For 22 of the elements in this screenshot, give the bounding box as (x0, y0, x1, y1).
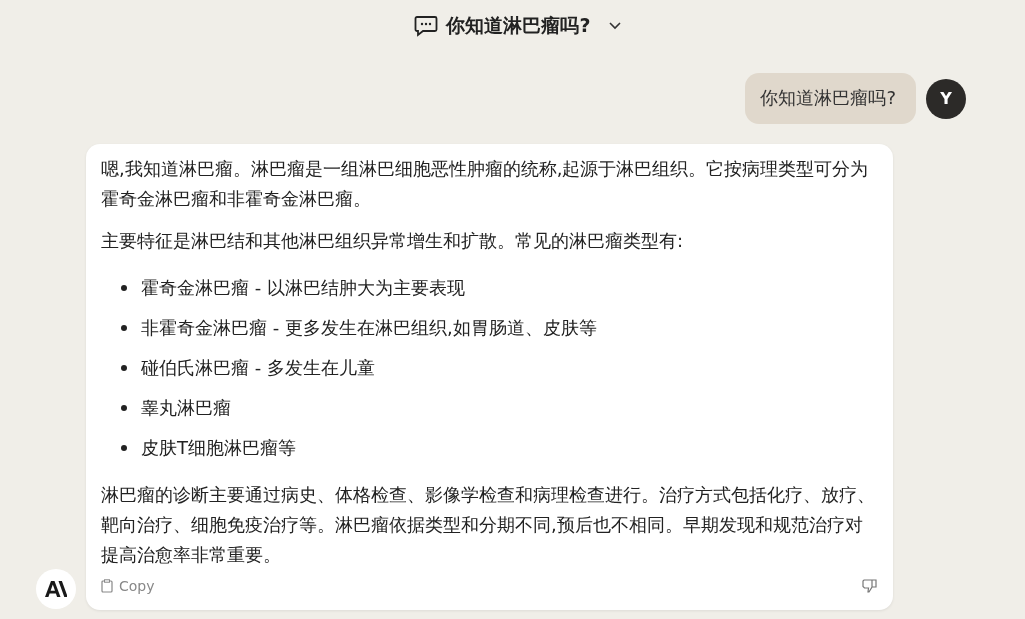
chat-bubble-icon (414, 15, 439, 37)
message-paragraph: 主要特征是淋巴结和其他淋巴组织异常增生和扩散。常见的淋巴瘤类型有: (101, 229, 685, 253)
bullet-icon (121, 445, 127, 451)
chevron-down-icon[interactable] (608, 22, 621, 30)
bullet-icon (121, 285, 127, 291)
list-item-text: 霍奇金淋巴瘤 - 以淋巴结肿大为主要表现 (141, 276, 465, 300)
bullet-icon (121, 405, 127, 411)
list-item-text: 皮肤T细胞淋巴瘤等 (141, 436, 296, 460)
list-item-text: 碰伯氏淋巴瘤 - 多发生在儿童 (141, 356, 375, 380)
message-paragraph: 淋巴瘤的诊断主要通过病史、体格检查、影像学检查和病理检查进行。治疗方式包括化疗、放疗、靶向治疗、细胞免疫治疗等。淋巴瘤依据类型和分期不同,预后也不相同。早期发现和规范治疗对提高治愈率非常重要。 (101, 483, 876, 567)
clipboard-icon (101, 579, 113, 593)
message-paragraph: 嗯,我知道淋巴瘤。淋巴瘤是一组淋巴细胞恶性肿瘤的统称,起源于淋巴组织。它按病理类型可分为霍奇金淋巴瘤和非霍奇金淋巴瘤。 (101, 157, 870, 211)
bullet-icon (121, 325, 127, 331)
list-item-text: 睾丸淋巴瘤 (141, 396, 231, 420)
bullet-icon (121, 365, 127, 371)
user-message: 你知道淋巴瘤吗? (745, 73, 916, 124)
list-item-text: 非霍奇金淋巴瘤 - 更多发生在淋巴组织,如胃肠道、皮肤等 (141, 316, 597, 340)
chat-title[interactable]: 你知道淋巴瘤吗? (446, 13, 591, 39)
thumbs-down-icon[interactable] (862, 579, 878, 593)
copy-button[interactable]: Copy (101, 578, 155, 594)
logo-icon (45, 581, 67, 597)
user-avatar: Y (926, 78, 966, 119)
